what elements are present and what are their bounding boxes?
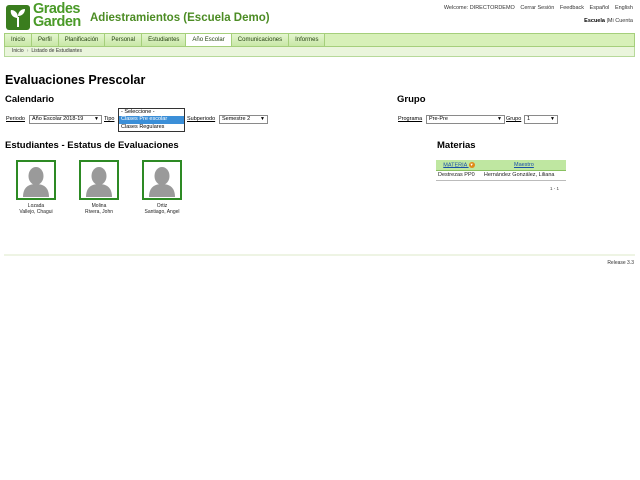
student-card[interactable]: Ortiz Santiago, Angel	[132, 160, 192, 215]
my-account-link[interactable]: Mi Cuenta	[608, 18, 633, 24]
tipo-option-pre-escolar[interactable]: Clases Pre escolar	[119, 116, 184, 124]
subperiodo-label: Subperiodo	[187, 116, 216, 122]
tab-ano-escolar[interactable]: Año Escolar	[186, 34, 232, 46]
main-navbar: Inicio Perfil Planificación Personal Est…	[4, 33, 635, 47]
feedback-link[interactable]: Feedback	[560, 5, 584, 11]
breadcrumb: Inicio › Listado de Estudiantes	[4, 47, 635, 57]
periodo-label: Periodo	[6, 116, 25, 122]
logout-link[interactable]: Cerrar Sesión	[520, 5, 554, 11]
top-links: Welcome: DIRECTORDEMO Cerrar Sesión Feed…	[440, 5, 633, 11]
tab-informes[interactable]: Informes	[289, 34, 326, 46]
avatar[interactable]	[16, 160, 56, 200]
grupo-heading: Grupo	[397, 94, 426, 105]
user-silhouette-icon	[86, 167, 112, 197]
chevron-down-icon: ▼	[94, 116, 99, 122]
school-link[interactable]: Escuela	[584, 18, 605, 24]
chevron-down-icon: ▼	[497, 116, 502, 122]
tab-estudiantes[interactable]: Estudiantes	[142, 34, 187, 46]
student-name: Rivera, John	[84, 209, 114, 215]
tipo-label: Tipo	[104, 116, 115, 122]
programa-select[interactable]: Pre-Pre ▼	[426, 115, 505, 124]
tipo-dropdown-list[interactable]: - Seleccione - Clases Pre escolar Clases…	[118, 108, 185, 132]
release-version: Release 3.3	[607, 260, 634, 266]
english-link[interactable]: English	[615, 5, 633, 11]
student-name: Santiago, Angel	[144, 209, 180, 215]
grupo-select[interactable]: 1 ▼	[524, 115, 558, 124]
tab-comunicaciones[interactable]: Comunicaciones	[231, 34, 290, 46]
spanish-link[interactable]: Español	[590, 5, 610, 11]
tipo-option-regulares[interactable]: Clases Regulares	[119, 124, 184, 131]
chevron-right-icon: ›	[26, 48, 29, 54]
subperiodo-select[interactable]: Semestre 2 ▼	[219, 115, 268, 124]
pager: 1 - 1	[550, 186, 560, 191]
materias-heading: Materias	[437, 140, 476, 151]
column-header-materia[interactable]: MATERIA ▼	[436, 160, 482, 171]
sprout-icon	[6, 5, 30, 30]
student-card[interactable]: Lozada Vallejo, Chagui	[6, 160, 66, 215]
breadcrumb-home[interactable]: Inicio	[12, 48, 24, 54]
tab-inicio[interactable]: Inicio	[5, 34, 33, 46]
tab-planificacion[interactable]: Planificación	[58, 34, 106, 46]
grupo-label: Grupo	[506, 116, 522, 122]
calendario-heading: Calendario	[5, 94, 55, 105]
tab-perfil[interactable]: Perfil	[32, 34, 59, 46]
students-heading: Estudiantes - Estatus de Evaluaciones	[5, 140, 179, 151]
maestro-cell: Hernández González, Liliana	[481, 170, 566, 181]
user-silhouette-icon	[23, 167, 49, 197]
user-silhouette-icon	[149, 167, 175, 197]
student-card[interactable]: Molina Rivera, John	[69, 160, 129, 215]
school-links: Escuela |Mi Cuenta	[584, 18, 633, 24]
periodo-select[interactable]: Año Escolar 2018-19 ▼	[29, 115, 102, 124]
student-name: Vallejo, Chagui	[19, 209, 53, 215]
grades-garden-logo[interactable]: Grades Garden	[6, 1, 86, 31]
chevron-down-icon: ▼	[550, 116, 555, 122]
materia-cell: Destrezas PP0	[436, 170, 482, 181]
welcome-text: Welcome: DIRECTORDEMO	[443, 5, 515, 11]
tab-personal[interactable]: Personal	[105, 34, 143, 46]
logo-text: Grades Garden	[33, 1, 81, 30]
footer-divider	[4, 254, 635, 256]
app-title: Adiestramientos (Escuela Demo)	[90, 12, 270, 24]
breadcrumb-current: Listado de Estudiantes	[31, 48, 82, 54]
programa-label: Programa	[398, 116, 423, 122]
column-header-maestro[interactable]: Maestro	[481, 160, 566, 171]
sort-down-icon[interactable]: ▼	[468, 161, 475, 168]
chevron-down-icon: ▼	[260, 116, 265, 122]
page-title: Evaluaciones Prescolar	[5, 73, 146, 87]
avatar[interactable]	[142, 160, 182, 200]
table-row[interactable]: Destrezas PP0 Hernández González, Lilian…	[436, 170, 566, 181]
avatar[interactable]	[79, 160, 119, 200]
materias-table: MATERIA ▼ Maestro Destrezas PP0 Hernánde…	[436, 160, 566, 181]
tipo-option-seleccione[interactable]: - Seleccione -	[119, 109, 184, 116]
